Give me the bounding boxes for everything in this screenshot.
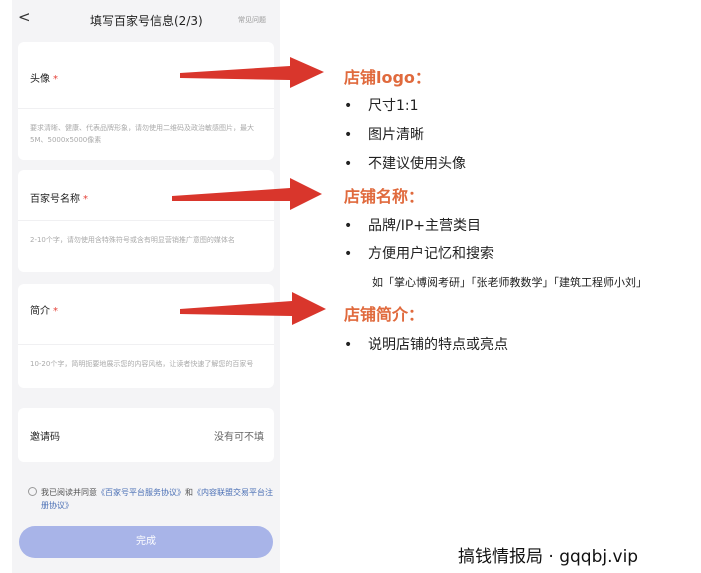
arrow-to-logo xyxy=(180,57,324,88)
intro-bullet-1: • 说明店铺的特点或亮点 xyxy=(344,337,508,353)
name-bullet-2: • 方便用户记忆和搜索 xyxy=(344,246,494,262)
name-example: 如「掌心博阅考研」「张老师教数学」「建筑工程师小刘」 xyxy=(372,276,647,289)
footer-watermark: 搞钱情报局 · gqqbj.vip xyxy=(458,547,639,567)
logo-bullet-2: • 图片清晰 xyxy=(344,127,424,143)
logo-title: 店铺logo： xyxy=(344,68,431,87)
logo-bullet-3: • 不建议使用头像 xyxy=(344,156,466,172)
arrow-to-intro xyxy=(180,292,326,325)
name-title: 店铺名称： xyxy=(344,187,425,206)
name-bullet-1: • 品牌/IP+主营类目 xyxy=(344,218,482,234)
intro-title: 店铺简介： xyxy=(344,305,425,324)
logo-bullet-1: • 尺寸1:1 xyxy=(344,98,419,114)
arrow-to-name xyxy=(172,178,322,210)
